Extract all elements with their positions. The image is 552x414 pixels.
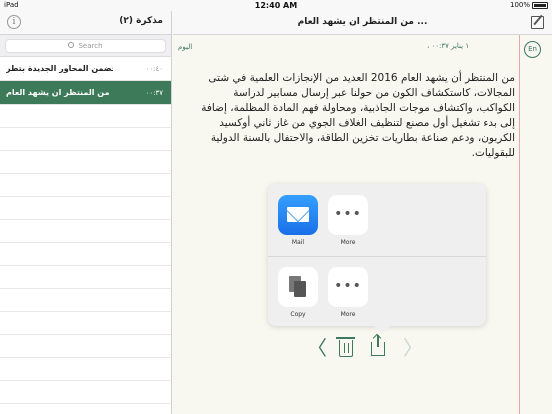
battery-icon — [532, 2, 548, 9]
empty-row — [0, 289, 171, 312]
sidebar-nav-bar: i مذكرة (٢) — [0, 11, 171, 35]
share-label: Mail — [291, 239, 305, 246]
share-more-button[interactable]: ••• More — [325, 195, 371, 246]
copy-icon — [278, 267, 318, 307]
margin-line — [519, 35, 520, 414]
note-header: اليوم ١ يناير ٠٠:٣٧ ، — [173, 35, 552, 57]
empty-row — [0, 358, 171, 381]
note-title: من المنتظر ان يشهد العام ... — [6, 88, 113, 97]
search-input[interactable]: Search — [5, 39, 166, 53]
note-title: فضمن المحاور الجديدة بتطر ... — [6, 64, 113, 73]
share-label: More — [340, 239, 356, 246]
status-time: 12:40 AM — [254, 1, 298, 10]
note-list-item[interactable]: ٠٠:٤٠ فضمن المحاور الجديدة بتطر ... — [0, 57, 171, 81]
previous-note-button[interactable]: 〈 — [307, 338, 327, 358]
empty-row — [0, 312, 171, 335]
empty-row — [0, 243, 171, 266]
search-icon — [68, 42, 75, 48]
empty-row — [0, 220, 171, 243]
empty-row — [0, 266, 171, 289]
search-placeholder: Search — [78, 42, 103, 50]
share-icon[interactable] — [371, 335, 385, 356]
editor-nav-bar: من المنتظر ان يشهد العام ... — [173, 11, 552, 35]
popover-divider — [268, 256, 486, 257]
info-icon: i — [12, 17, 16, 27]
share-more-button[interactable]: ••• More — [325, 267, 371, 318]
empty-row — [0, 105, 171, 128]
info-button[interactable]: i — [7, 15, 21, 29]
empty-row — [0, 404, 171, 414]
empty-row — [0, 174, 171, 197]
note-time: ٠٠:٤٠ — [145, 65, 163, 73]
mail-icon — [278, 195, 318, 235]
language-toggle-button[interactable]: En — [524, 41, 541, 58]
note-date: ١ يناير ٠٠:٣٧ ، — [427, 42, 470, 50]
share-popover: Mail ••• More Copy ••• More — [268, 184, 486, 334]
empty-row — [0, 151, 171, 174]
empty-row — [0, 197, 171, 220]
empty-row — [0, 381, 171, 404]
trash-icon[interactable] — [336, 337, 355, 357]
empty-row — [0, 128, 171, 151]
more-icon: ••• — [328, 195, 368, 235]
share-mail-button[interactable]: Mail — [275, 195, 321, 246]
compose-icon[interactable] — [531, 16, 544, 29]
share-label: More — [340, 311, 356, 318]
search-bar: Search — [0, 35, 171, 57]
today-label: اليوم — [178, 43, 193, 51]
notes-sidebar: i مذكرة (٢) Search ٠٠:٤٠ فضمن المحاور ال… — [0, 11, 172, 414]
status-bar: iPad 12:40 AM 100% — [0, 0, 552, 11]
note-editor: من المنتظر ان يشهد العام ... اليوم ١ ينا… — [173, 11, 552, 414]
more-icon: ••• — [328, 267, 368, 307]
note-body[interactable]: من المنتظر أن يشهد العام 2016 العديد من … — [193, 71, 515, 161]
share-label: Copy — [290, 311, 306, 318]
empty-row — [0, 335, 171, 358]
note-list-item-selected[interactable]: ٠٠:٣٧ من المنتظر ان يشهد العام ... — [0, 81, 171, 105]
sidebar-title: مذكرة (٢) — [119, 16, 163, 26]
editor-title: من المنتظر ان يشهد العام ... — [297, 17, 428, 27]
next-note-button[interactable]: 〉 — [403, 338, 423, 358]
note-time: ٠٠:٣٧ — [145, 89, 163, 97]
battery-percent: 100% — [509, 1, 530, 9]
share-copy-button[interactable]: Copy — [275, 267, 321, 318]
